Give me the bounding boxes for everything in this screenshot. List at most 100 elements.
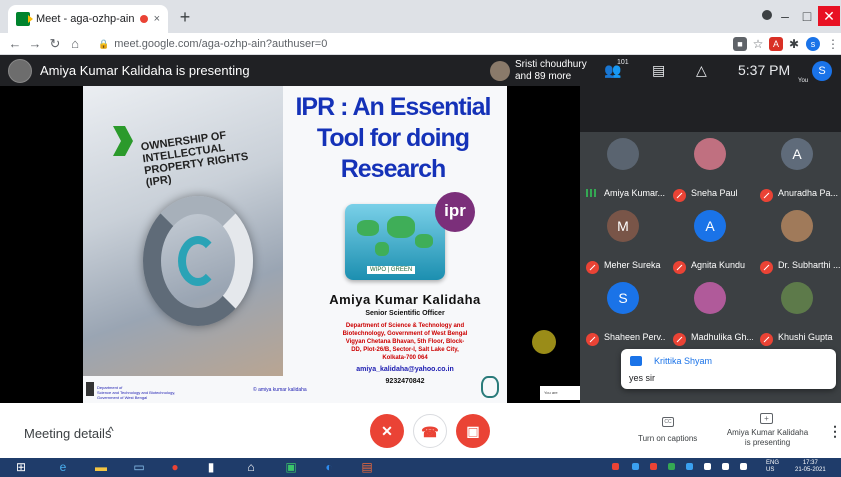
- windows-start-icon[interactable]: ⊞: [10, 459, 32, 476]
- participant-avatar: [781, 282, 813, 314]
- participant-avatar: [607, 138, 639, 170]
- back-icon[interactable]: ←: [6, 35, 24, 53]
- document-icon[interactable]: ▮: [200, 459, 222, 476]
- close-window-button[interactable]: ✕: [818, 6, 840, 26]
- participant-avatar: [694, 282, 726, 314]
- tab-close-button[interactable]: ×: [154, 13, 160, 25]
- self-avatar[interactable]: S: [812, 61, 832, 81]
- mic-off-button[interactable]: ✕: [370, 414, 404, 448]
- mic-muted-icon: [673, 333, 686, 347]
- meet-logo-icon: [16, 12, 33, 26]
- explorer-icon[interactable]: ▬: [90, 459, 112, 476]
- speaking-indicator-icon: [586, 189, 596, 197]
- participant-tile[interactable]: Khushi Gupta: [754, 276, 841, 348]
- browser-menu-icon[interactable]: ⋮: [826, 37, 840, 51]
- forward-icon[interactable]: →: [26, 35, 44, 53]
- participant-name: Sneha Paul: [691, 188, 738, 198]
- extensions-icon[interactable]: ✱: [787, 37, 801, 51]
- mic-muted-icon: [760, 189, 773, 203]
- slide-copyright: © amiya kumar kalidaha: [253, 387, 307, 393]
- participant-tile[interactable]: M Meher Sureka: [580, 204, 667, 276]
- participant-tile[interactable]: A Agnita Kundu: [667, 204, 754, 276]
- meeting-details-button[interactable]: Meeting details: [24, 426, 111, 441]
- taskbar-clock[interactable]: 17:37 21-05-2021: [795, 460, 826, 474]
- reload-icon[interactable]: ↻: [46, 35, 64, 53]
- captions-button[interactable]: Turn on captions: [638, 434, 697, 443]
- wb-seal-icon: [481, 376, 499, 398]
- volume-icon[interactable]: [740, 463, 747, 470]
- tray-icon[interactable]: [704, 463, 711, 470]
- participant-tile[interactable]: Dr. Subharthi ...: [754, 204, 841, 276]
- participant-tile[interactable]: Amiya Kumar...: [580, 132, 667, 204]
- participant-avatar: A: [781, 138, 813, 170]
- chat-message: yes sir: [629, 373, 656, 383]
- chat-icon[interactable]: ▤: [652, 62, 665, 79]
- dept-line: Vigyan Chetana Bhavan, 5th Floor, Block-: [345, 339, 465, 345]
- mic-muted-icon: [586, 261, 599, 275]
- home-app-icon[interactable]: ⌂: [240, 459, 262, 476]
- powerpoint-icon[interactable]: ▤: [356, 459, 378, 476]
- lang-line: US: [766, 467, 775, 473]
- presenter-avatar: [8, 59, 32, 83]
- participant-name: Dr. Subharthi ...: [778, 260, 840, 270]
- pdf-extension-icon[interactable]: A: [769, 37, 783, 51]
- participant-name: Amiya Kumar...: [604, 188, 666, 198]
- copyright-c-graphic: [178, 236, 218, 286]
- self-view-mini[interactable]: You are: [540, 386, 580, 400]
- tab-meet[interactable]: Meet - aga-ozhp-ain ×: [8, 5, 168, 33]
- profile-avatar[interactable]: s: [806, 37, 820, 51]
- participant-tile[interactable]: Madhulika Gh...: [667, 276, 754, 348]
- tray-icon[interactable]: [686, 463, 693, 470]
- mic-muted-icon: [586, 333, 599, 347]
- chat-notification[interactable]: Krittika Shyam yes sir: [621, 349, 836, 389]
- captions-icon[interactable]: CC: [662, 417, 674, 427]
- camera-off-button[interactable]: ▣: [456, 414, 490, 448]
- present-icon[interactable]: +: [760, 413, 773, 424]
- ipr-badge: ipr: [435, 192, 475, 232]
- tray-icon[interactable]: [612, 463, 619, 470]
- dept-line: DD, Plot-26/B, Sector-I, Salt Lake City,: [351, 347, 459, 353]
- mic-muted-icon: [673, 189, 686, 203]
- wipo-label: WIPO | GREEN: [367, 266, 416, 274]
- media-icon[interactable]: ▭: [128, 459, 150, 476]
- meeting-clock: 5:37 PM: [738, 62, 791, 78]
- url-field[interactable]: 🔒 meet.google.com/aga-ozhp-ain?authuser=0: [98, 36, 718, 52]
- app-icon[interactable]: ▣: [280, 459, 302, 476]
- network-icon[interactable]: [722, 463, 729, 470]
- participant-avatar: S: [607, 282, 639, 314]
- maximize-button[interactable]: □: [796, 6, 818, 26]
- participant-tile[interactable]: Sneha Paul: [667, 132, 754, 204]
- new-tab-button[interactable]: +: [174, 6, 196, 28]
- address-bar: ← → ↻ ⌂ 🔒 meet.google.com/aga-ozhp-ain?au…: [0, 33, 841, 55]
- participant-avatar: [781, 210, 813, 242]
- author-role: Senior Scientific Officer: [365, 310, 445, 317]
- windows-taskbar: ⊞ e ▬ ▭ ● ▮ ⌂ ▣ ◐ ▤ ENG US 17:37 21-05-2…: [0, 458, 841, 477]
- slide-footer-dept: Department of Science and Technology and…: [97, 385, 175, 400]
- tray-icon[interactable]: [632, 463, 639, 470]
- dept-line: Biotechnology, Government of West Bengal: [342, 331, 468, 337]
- home-icon[interactable]: ⌂: [66, 35, 84, 53]
- more-options-button[interactable]: ⋮: [828, 423, 841, 440]
- lock-icon: 🔒: [98, 39, 110, 49]
- clock-date: 21-05-2021: [795, 467, 826, 473]
- chrome-icon[interactable]: ●: [164, 459, 186, 476]
- participant-name: Shaheen Perv...: [604, 332, 666, 342]
- chevron-up-icon[interactable]: ^: [108, 424, 114, 438]
- leave-call-button[interactable]: ☎: [413, 414, 447, 448]
- star-icon[interactable]: ☆: [751, 37, 765, 51]
- edge-icon[interactable]: ◐: [318, 459, 340, 476]
- present-button[interactable]: Amiya Kumar Kalidaha is presenting: [724, 428, 811, 448]
- camera-extension-icon[interactable]: ■: [733, 37, 747, 51]
- tray-icon[interactable]: [668, 463, 675, 470]
- ie-icon[interactable]: e: [52, 459, 74, 476]
- tab-title: Meet - aga-ozhp-ain: [36, 13, 135, 25]
- author-phone: 9232470842: [385, 378, 425, 385]
- participant-name: Madhulika Gh...: [691, 332, 753, 342]
- participant-tile[interactable]: A Anuradha Pa...: [754, 132, 841, 204]
- chat-bubble-icon: [630, 356, 642, 366]
- tray-icon[interactable]: [650, 463, 657, 470]
- activities-icon[interactable]: △: [696, 62, 707, 79]
- participant-tile[interactable]: S Shaheen Perv...: [580, 276, 667, 348]
- language-indicator[interactable]: ENG US: [766, 460, 779, 474]
- minimize-button[interactable]: –: [774, 6, 796, 26]
